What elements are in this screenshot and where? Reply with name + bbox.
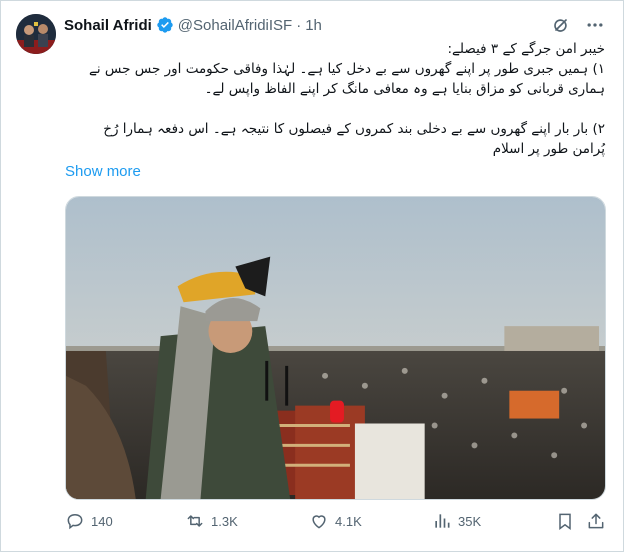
views-button[interactable]: 35K	[432, 511, 481, 531]
tweet-line: ۲) بار بار اپنے گھروں سے بے دخلی بند کمر…	[103, 121, 605, 137]
repost-icon	[187, 515, 203, 527]
repost-button[interactable]: 1.3K	[185, 511, 238, 531]
like-button[interactable]: 4.1K	[309, 511, 362, 531]
reply-icon	[67, 513, 83, 530]
rally-photo	[66, 197, 605, 499]
avatar-image	[16, 14, 56, 54]
reply-count: 140	[91, 513, 113, 529]
views-icon	[435, 514, 450, 528]
verified-badge-icon[interactable]	[156, 16, 174, 34]
like-icon	[312, 515, 326, 529]
avatar[interactable]	[16, 14, 56, 54]
tweet-photo[interactable]	[65, 196, 606, 500]
more-icon[interactable]	[585, 15, 605, 40]
reply-button[interactable]: 140	[65, 511, 113, 531]
share-button[interactable]	[586, 511, 606, 531]
tweet-header: Sohail Afridi @SohailAfridiISF · 1h	[64, 15, 322, 35]
share-icon	[588, 513, 604, 529]
author-name[interactable]: Sohail Afridi	[64, 17, 152, 34]
tweet-text: خیبر امن جرگے کے ۳ فیصلے: ۱) ہمیں جبری ط…	[65, 39, 605, 159]
timestamp[interactable]: 1h	[305, 17, 322, 34]
tweet-line: ہماری قربانی کو مزاق بنایا ہے وہ معافی م…	[204, 81, 605, 97]
author-handle[interactable]: @SohailAfridiISF	[178, 17, 292, 34]
tweet-line: ۱) ہمیں جبری طور پر اپنے گھروں سے بے دخل…	[88, 61, 605, 77]
like-count: 4.1K	[335, 513, 362, 529]
separator-dot: ·	[296, 16, 302, 34]
tweet-line: خیبر امن جرگے کے ۳ فیصلے:	[447, 41, 605, 57]
views-count: 35K	[458, 513, 482, 529]
show-more-link[interactable]: Show more	[65, 163, 141, 180]
action-bar: 140 1.3K 4.1K 35K	[65, 511, 606, 535]
tweet-line: پُرامن طور پر اسلام	[492, 141, 605, 157]
repost-count: 1.3K	[211, 513, 238, 529]
top-icons	[551, 15, 605, 40]
tweet-card[interactable]: Sohail Afridi @SohailAfridiISF · 1h خیبر…	[0, 0, 624, 552]
bookmark-button[interactable]	[555, 511, 575, 531]
grok-icon[interactable]	[551, 15, 571, 40]
bookmark-icon	[559, 513, 571, 530]
